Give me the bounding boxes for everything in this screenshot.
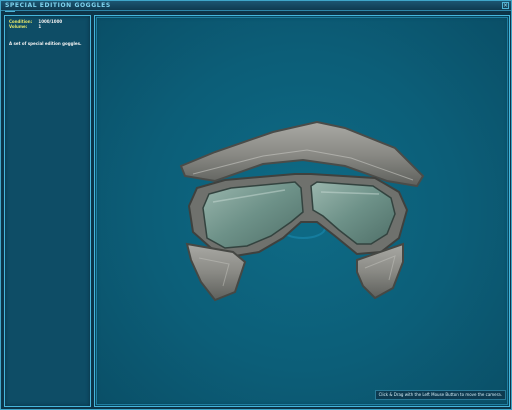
- camera-hint: Click & Drag with the Left Mouse Button …: [374, 390, 506, 400]
- volume-value: 1: [38, 24, 42, 29]
- goggles-model-icon[interactable]: [95, 16, 510, 407]
- goggles-left-lens: [202, 181, 304, 249]
- item-description: A set of special edition goggles.: [9, 41, 82, 46]
- volume-row: Volume: 1: [9, 24, 41, 29]
- window-title: SPECIAL EDITION GOGGLES: [5, 2, 111, 9]
- close-button[interactable]: ×: [502, 2, 509, 9]
- model-viewer[interactable]: Click & Drag with the Left Mouse Button …: [94, 15, 510, 407]
- volume-label: Volume:: [9, 24, 28, 29]
- item-examine-window: SPECIAL EDITION GOGGLES × Condition: 100…: [0, 0, 512, 410]
- item-info-panel: Condition: 1000/1000 Volume: 1 A set of …: [4, 15, 91, 407]
- title-bar[interactable]: SPECIAL EDITION GOGGLES ×: [1, 1, 511, 11]
- condition-value: 1000/1000: [38, 19, 63, 24]
